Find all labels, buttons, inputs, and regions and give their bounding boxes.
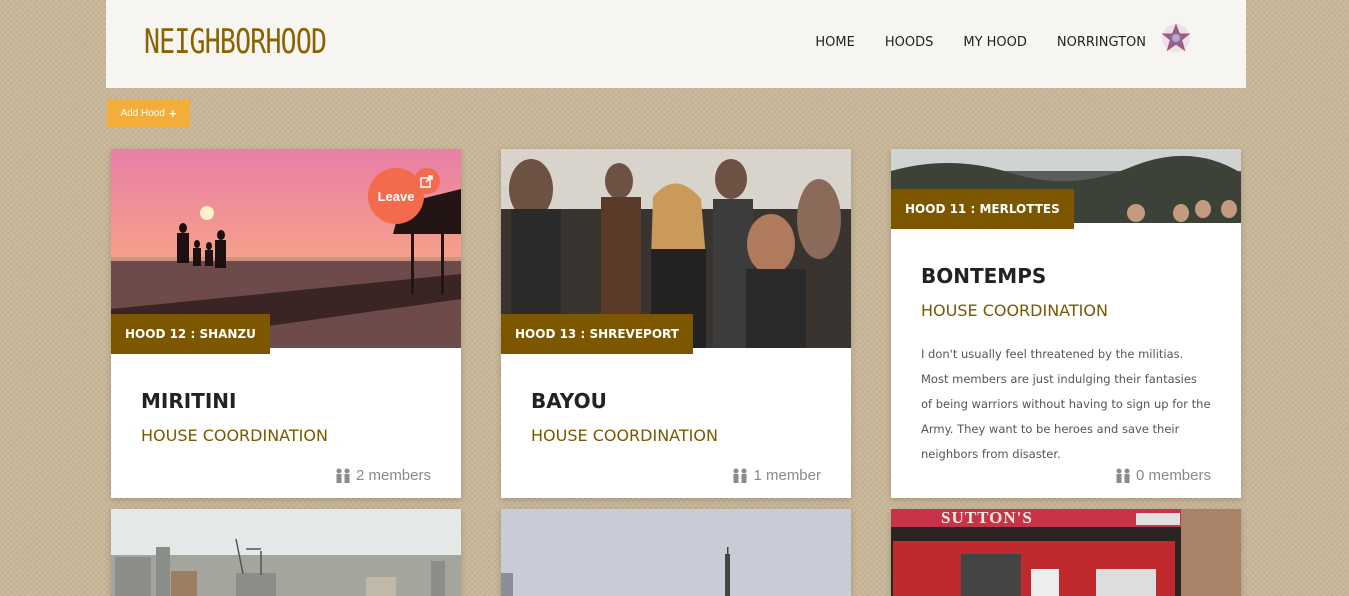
hood-title[interactable]: BAYOU	[531, 389, 607, 413]
hood-subtitle: HOUSE COORDINATION	[141, 426, 328, 445]
hood-card[interactable]: HOOD 13 : SHREVEPORT BAYOU HOUSE COORDIN…	[501, 149, 851, 498]
pub-signage: SUTTON'S	[941, 509, 1033, 527]
nav-my-hood[interactable]: MY HOOD	[963, 35, 1027, 50]
hood-subtitle: HOUSE COORDINATION	[531, 426, 718, 445]
members-icon	[336, 468, 350, 483]
hood-image-city	[111, 509, 461, 596]
nav-home[interactable]: HOME	[815, 35, 854, 50]
nav-hoods[interactable]: HOODS	[885, 35, 934, 50]
hood-description: I don't usually feel threatened by the m…	[921, 347, 1211, 461]
member-count-text: 1 member	[753, 467, 821, 484]
hood-tag: HOOD 13 : SHREVEPORT	[501, 314, 693, 354]
member-count: 0 members	[1114, 467, 1211, 484]
member-count-text: 0 members	[1135, 467, 1211, 484]
hood-card[interactable]: HOOD 11 : MERLOTTES BONTEMPS HOUSE COORD…	[891, 149, 1241, 498]
add-hood-label: Add Hood	[120, 108, 165, 119]
main-nav: HOME HOODS MY HOOD NORRINGTON	[815, 35, 1146, 50]
brand-logo[interactable]: NEIGHBORHOOD	[144, 22, 327, 62]
hood-tag: HOOD 11 : MERLOTTES	[891, 189, 1074, 229]
add-hood-button[interactable]: Add Hood +	[107, 99, 190, 128]
hood-title[interactable]: MIRITINI	[141, 389, 236, 413]
hood-image-skyline	[501, 509, 851, 596]
hood-card[interactable]	[501, 509, 851, 596]
share-icon[interactable]	[414, 168, 440, 194]
hood-card[interactable]	[111, 509, 461, 596]
member-count-text: 2 members	[355, 467, 431, 484]
leave-label: Leave	[377, 188, 415, 204]
members-icon	[733, 468, 747, 483]
member-count: 1 member	[731, 467, 821, 484]
nav-user[interactable]: NORRINGTON	[1057, 35, 1146, 50]
plus-icon: +	[168, 106, 177, 121]
user-avatar-icon[interactable]	[1160, 22, 1192, 54]
hood-card[interactable]: Leave HOOD 12 : SHANZU MIRITINI HOUSE CO…	[111, 149, 461, 498]
hood-title[interactable]: BONTEMPS	[921, 264, 1046, 288]
hood-subtitle: HOUSE COORDINATION	[921, 301, 1108, 320]
member-count: 2 members	[334, 467, 431, 484]
hood-tag: HOOD 12 : SHANZU	[111, 314, 270, 354]
navbar: NEIGHBORHOOD HOME HOODS MY HOOD NORRINGT…	[106, 0, 1246, 88]
members-icon	[1116, 468, 1130, 483]
hood-card[interactable]: SUTTON'S	[891, 509, 1241, 596]
